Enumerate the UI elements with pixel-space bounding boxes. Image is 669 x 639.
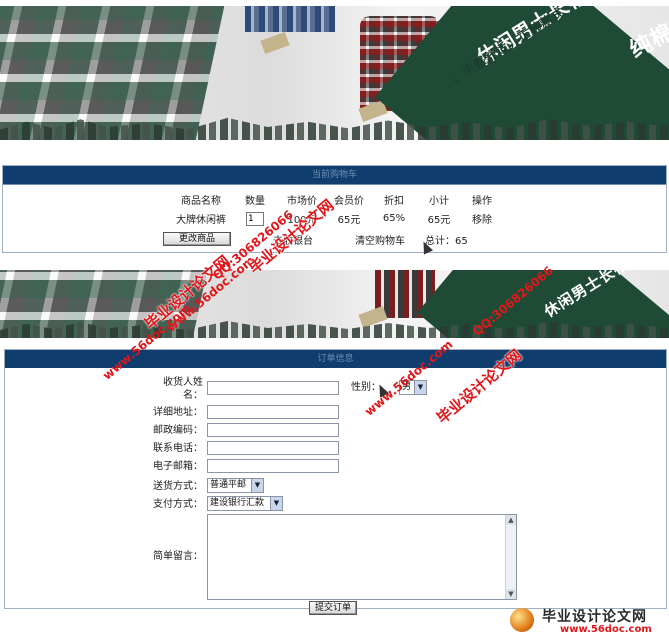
scroll-down-icon[interactable]: ▼ (506, 589, 516, 599)
update-cart-button[interactable]: 更改商品 (163, 232, 231, 246)
scroll-up-icon[interactable]: ▲ (506, 515, 516, 525)
globe-logo-icon (510, 608, 534, 632)
email-field[interactable] (207, 459, 339, 473)
message-textarea[interactable]: ▲ ▼ (207, 514, 517, 600)
email-label: 电子邮箱： (153, 461, 203, 472)
shipping-select[interactable]: 普通平邮 ▼ (207, 478, 264, 493)
price-tag-image (260, 31, 290, 55)
postcode-label: 邮政编码： (153, 425, 203, 436)
dropdown-arrow-icon: ▼ (414, 381, 426, 394)
message-label: 简单留言： (153, 551, 203, 562)
quantity-input[interactable] (246, 211, 264, 226)
plaid-shirt-image (0, 6, 225, 140)
postcode-field[interactable] (207, 423, 339, 437)
dropdown-arrow-icon: ▼ (270, 497, 282, 510)
cart-total: 总计：65 (425, 236, 468, 247)
logo-url: www.56doc.com (560, 624, 652, 635)
cart-table-header-row: 商品名称 数量 市场价 会员价 折扣 小计 操作 (170, 190, 502, 209)
gender-label: 性别： (351, 382, 381, 393)
shipping-select-value: 普通平邮 (210, 480, 247, 490)
clear-cart-link[interactable]: 清空购物车 (355, 232, 405, 247)
address-field[interactable] (207, 405, 339, 419)
shipping-label: 送货方式： (153, 481, 203, 492)
submit-order-button[interactable]: 提交订单 (309, 601, 357, 615)
cart-item-subtotal: 65元 (427, 215, 451, 226)
column-header-qty: 数量 (245, 196, 265, 207)
address-label: 详细地址： (153, 407, 203, 418)
order-banner: 休闲男士长袖衬衫 (0, 270, 669, 338)
column-header-discount: 折扣 (384, 196, 404, 207)
cart-item-discount: 65% (382, 213, 406, 224)
payment-label: 支付方式： (153, 499, 203, 510)
cart-header: 当前购物车 (3, 166, 666, 185)
dropdown-arrow-icon: ▼ (251, 479, 263, 492)
cart-item-name: 大牌休闲裤 (176, 215, 226, 226)
phone-label: 联系电话： (153, 443, 203, 454)
remove-item-link[interactable]: 移除 (462, 209, 502, 228)
column-header-subtotal: 小计 (429, 196, 449, 207)
order-header: 订单信息 (5, 350, 666, 368)
phone-field[interactable] (207, 441, 339, 455)
payment-select[interactable]: 建设银行汇款 ▼ (207, 496, 283, 511)
column-header-name: 商品名称 (181, 196, 221, 207)
site-logo: 毕业设计论文网 www.56doc.com (508, 604, 666, 638)
recipient-name-field[interactable] (207, 381, 339, 395)
folded-shirt-image (245, 6, 335, 32)
top-banner: 休闲男士长袖衬衫 、手感舒适，正韩款式 纯棉 (0, 6, 669, 140)
logo-title: 毕业设计论文网 (542, 609, 647, 625)
column-header-action: 操作 (472, 196, 492, 207)
order-form-panel: 订单信息 收货人姓名： 性别： 男 ▼ 详细地址： 邮政编码： 联系电话： 电子… (4, 349, 667, 615)
payment-select-value: 建设银行汇款 (210, 498, 265, 508)
name-label: 收货人姓名： (163, 377, 203, 401)
textarea-scrollbar[interactable]: ▲ ▼ (505, 515, 516, 599)
